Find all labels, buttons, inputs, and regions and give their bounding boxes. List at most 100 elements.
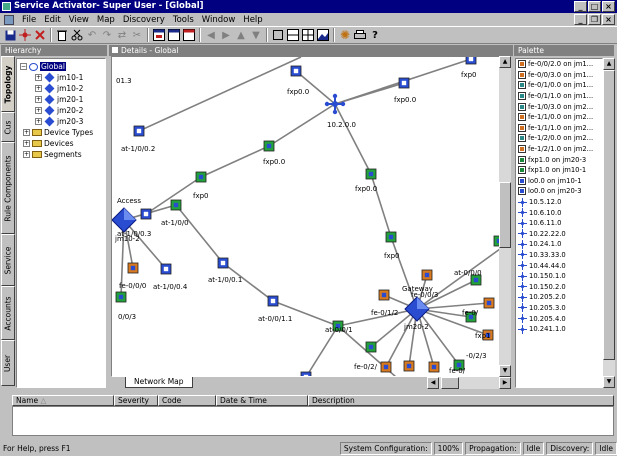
expand-icon[interactable]: + bbox=[35, 96, 42, 103]
palette-item[interactable]: lo0.0 on jm10-1 bbox=[516, 176, 602, 187]
palette-scrollbar[interactable]: ▲ ▼ bbox=[603, 58, 615, 388]
expand-icon[interactable]: + bbox=[35, 107, 42, 114]
tree-node-device[interactable]: + jm10-1 bbox=[35, 72, 83, 83]
window-icon[interactable] bbox=[167, 28, 181, 42]
tree-node-device-types[interactable]: + Device Types bbox=[23, 127, 93, 138]
palette-item[interactable]: 10.33.33.0 bbox=[516, 250, 602, 261]
trash-icon[interactable] bbox=[55, 28, 69, 42]
palette-item[interactable]: 10.150.2.0 bbox=[516, 281, 602, 292]
expand-icon[interactable]: + bbox=[35, 85, 42, 92]
network-map-canvas[interactable]: 01.3 fxp0.0 fxp0 fxp0.0 10.2.0.0 at-1/0/0.2 fx… bbox=[111, 56, 510, 377]
menu-discovery[interactable]: Discovery bbox=[119, 15, 169, 25]
doc-minimize-button[interactable]: _ bbox=[574, 14, 587, 25]
palette-item[interactable]: 10.150.1.0 bbox=[516, 271, 602, 282]
palette-item[interactable]: 10.6.11.0 bbox=[516, 218, 602, 229]
up-icon[interactable]: ▲ bbox=[234, 28, 248, 42]
print-icon[interactable] bbox=[353, 28, 367, 42]
map-vertical-scrollbar[interactable]: ▲ ▼ bbox=[499, 56, 511, 377]
palette-item[interactable]: lo0.0 on jm20-3 bbox=[516, 186, 602, 197]
column-description[interactable]: Description bbox=[308, 395, 614, 406]
delete-icon[interactable] bbox=[33, 28, 47, 42]
maximize-button[interactable]: □ bbox=[588, 1, 601, 12]
menu-file[interactable]: File bbox=[18, 15, 40, 25]
close-button[interactable]: × bbox=[602, 1, 615, 12]
column-date-time[interactable]: Date & Time bbox=[216, 395, 308, 406]
cut-icon[interactable] bbox=[70, 28, 84, 42]
palette-item[interactable]: 10.205.2.0 bbox=[516, 292, 602, 303]
expand-icon[interactable]: + bbox=[35, 118, 42, 125]
palette-item[interactable]: fe-0/1/1.0 on jm1... bbox=[516, 91, 602, 102]
palette-item[interactable]: fxp1.0 on jm20-3 bbox=[516, 154, 602, 165]
app-icon[interactable] bbox=[2, 2, 11, 11]
palette-item[interactable]: fe-1/0/3.0 on jm2... bbox=[516, 101, 602, 112]
palette-item[interactable]: fe-1/2/1.0 on jm2... bbox=[516, 144, 602, 155]
tree-node-device[interactable]: + jm20-2 bbox=[35, 105, 83, 116]
map-horizontal-scrollbar[interactable]: ◀ ▶ bbox=[427, 377, 511, 389]
palette-item[interactable]: fe-1/1/0.0 on jm2... bbox=[516, 112, 602, 123]
palette-item[interactable]: 10.5.12.0 bbox=[516, 197, 602, 208]
column-code[interactable]: Code bbox=[158, 395, 216, 406]
unlink-icon[interactable]: ✂ bbox=[130, 28, 144, 42]
network-diagram[interactable]: 01.3 fxp0.0 fxp0 fxp0.0 10.2.0.0 at-1/0/0.2 fx… bbox=[112, 57, 510, 377]
expand-icon[interactable]: + bbox=[23, 129, 30, 136]
scroll-down-icon[interactable]: ▼ bbox=[499, 365, 511, 377]
menu-window[interactable]: Window bbox=[198, 15, 240, 25]
column-severity[interactable]: Severity bbox=[114, 395, 158, 406]
palette-item[interactable]: fe-1/1/1.0 on jm2... bbox=[516, 123, 602, 134]
tab-accounts[interactable]: Accounts bbox=[1, 286, 15, 340]
tab-user[interactable]: User bbox=[1, 340, 15, 386]
link-icon[interactable]: ⇄ bbox=[115, 28, 129, 42]
scroll-down-icon[interactable]: ▼ bbox=[603, 376, 615, 388]
tab-topology[interactable]: Topology bbox=[1, 56, 15, 112]
network-icon[interactable] bbox=[18, 28, 32, 42]
menu-map[interactable]: Map bbox=[93, 15, 119, 25]
expand-icon[interactable]: + bbox=[35, 74, 42, 81]
tile-icon[interactable] bbox=[286, 28, 300, 42]
doc-close-button[interactable]: × bbox=[602, 14, 615, 25]
palette-item[interactable]: 10.6.10.0 bbox=[516, 207, 602, 218]
minimize-button[interactable]: _ bbox=[574, 1, 587, 12]
palette-item[interactable]: fe-0/0/2.0 on jm1... bbox=[516, 59, 602, 70]
menu-tools[interactable]: Tools bbox=[169, 15, 198, 25]
tab-service[interactable]: Service bbox=[1, 234, 15, 286]
collapse-icon[interactable]: − bbox=[20, 63, 27, 70]
tree-node-segments[interactable]: + Segments bbox=[23, 149, 82, 160]
palette-item[interactable]: fe-0/1/0.0 on jm1... bbox=[516, 80, 602, 91]
calendar-icon[interactable] bbox=[182, 28, 196, 42]
palette-item[interactable]: 10.205.4.0 bbox=[516, 313, 602, 324]
palette-item[interactable]: 10.22.22.0 bbox=[516, 229, 602, 240]
tree-node-global[interactable]: − Global bbox=[20, 61, 66, 72]
scroll-thumb[interactable] bbox=[603, 70, 615, 360]
palette-item[interactable]: fxp1.0 on jm10-1 bbox=[516, 165, 602, 176]
help-icon[interactable]: ? bbox=[368, 28, 382, 42]
tree-node-device[interactable]: + jm20-3 bbox=[35, 116, 83, 127]
save-icon[interactable] bbox=[3, 28, 17, 42]
back-icon[interactable]: ◀ bbox=[204, 28, 218, 42]
forward-icon[interactable]: ▶ bbox=[219, 28, 233, 42]
settings-icon[interactable]: ✺ bbox=[338, 28, 352, 42]
tab-cus[interactable]: Cus bbox=[1, 112, 15, 142]
properties-icon[interactable] bbox=[152, 28, 166, 42]
menu-help[interactable]: Help bbox=[239, 15, 266, 25]
palette-item[interactable]: 10.24.1.0 bbox=[516, 239, 602, 250]
tab-rule-components[interactable]: Rule Components bbox=[1, 142, 15, 234]
down-icon[interactable]: ▼ bbox=[249, 28, 263, 42]
undo-icon[interactable]: ↶ bbox=[85, 28, 99, 42]
scroll-up-icon[interactable]: ▲ bbox=[603, 58, 615, 70]
document-icon[interactable] bbox=[4, 14, 14, 25]
redo-icon[interactable]: ↷ bbox=[100, 28, 114, 42]
image-icon[interactable] bbox=[316, 28, 330, 42]
palette-item[interactable]: 10.241.1.0 bbox=[516, 324, 602, 335]
palette-item[interactable]: 10.205.3.0 bbox=[516, 303, 602, 314]
tree-node-devices[interactable]: + Devices bbox=[23, 138, 74, 149]
tree-node-device[interactable]: + jm20-1 bbox=[35, 94, 83, 105]
tab-network-map[interactable]: Network Map bbox=[125, 377, 193, 388]
menu-edit[interactable]: Edit bbox=[40, 15, 64, 25]
palette-item[interactable]: fe-1/2/0.0 on jm2... bbox=[516, 133, 602, 144]
expand-icon[interactable]: + bbox=[23, 151, 30, 158]
frame-icon[interactable] bbox=[271, 28, 285, 42]
scroll-right-icon[interactable]: ▶ bbox=[499, 377, 511, 389]
hscroll-thumb[interactable] bbox=[441, 377, 459, 389]
column-name[interactable]: Name △ bbox=[12, 395, 114, 406]
palette-item[interactable]: fe-0/0/3.0 on jm1... bbox=[516, 70, 602, 81]
